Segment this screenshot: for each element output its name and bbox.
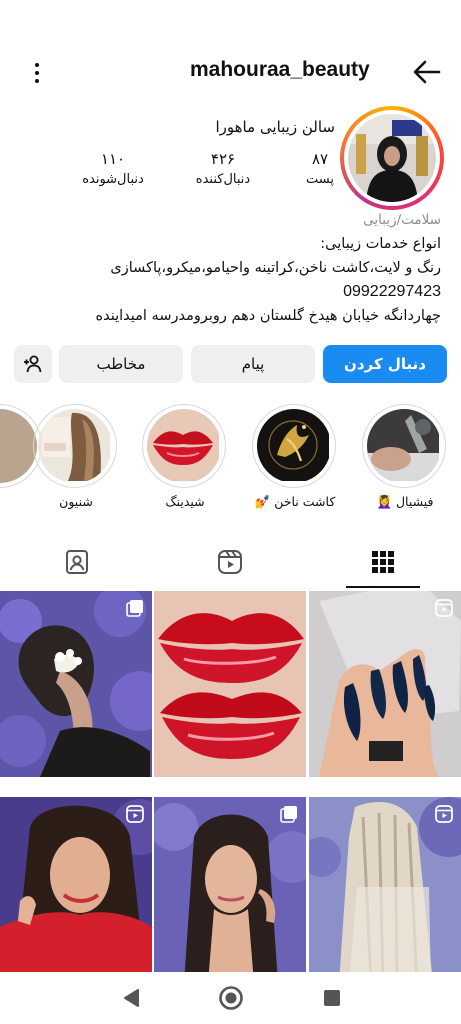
bio-phone[interactable]: 09922297423 — [21, 280, 441, 304]
carousel-badge-icon — [280, 806, 297, 823]
suggested-users-button[interactable] — [14, 345, 52, 383]
stat-posts-label: پست — [306, 172, 334, 187]
hairstyle-highlight-icon — [38, 409, 112, 483]
profile-bio: سلامت/زیبایی انواع خدمات زیبایی: رنگ و ل… — [21, 208, 442, 328]
posts-grid — [0, 591, 461, 983]
reel-badge-icon — [435, 599, 453, 617]
grid-icon — [372, 551, 394, 573]
triangle-back-icon — [124, 989, 139, 1007]
lips-highlight-icon — [147, 409, 221, 483]
profile-stats: ۸۷ پست ۴۲۶ دنبال‌کننده ۱۱۰ دنبال‌شونده — [50, 150, 335, 200]
profile-username: mahouraa_beauty — [190, 58, 370, 81]
post-thumbnail[interactable] — [309, 797, 461, 983]
tab-reels[interactable] — [193, 538, 267, 586]
tab-tagged[interactable] — [40, 538, 114, 586]
stat-posts[interactable]: ۸۷ پست — [275, 150, 365, 187]
bio-line-services-list: رنگ و لایت،کاشت ناخن،کراتینه واحیامو،میک… — [110, 260, 441, 276]
nails-logo-highlight-icon — [257, 409, 331, 483]
highlight-label: فیشیال 💆‍♀️ — [376, 494, 434, 509]
stat-following-label: دنبال‌شونده — [82, 172, 144, 187]
more-options-icon[interactable] — [22, 58, 52, 88]
reel-badge-icon — [435, 805, 453, 823]
circle-home-icon — [219, 986, 243, 1010]
bio-category: سلامت/زیبایی — [363, 212, 441, 228]
post-thumbnail[interactable] — [0, 797, 152, 983]
stat-followers[interactable]: ۴۲۶ دنبال‌کننده — [178, 150, 268, 187]
highlight-label: شنیون — [59, 494, 93, 509]
profile-header: mahouraa_beauty — [0, 52, 461, 92]
carousel-badge-icon — [126, 600, 143, 617]
tagged-icon — [66, 550, 88, 574]
highlight-label: شیدینگ — [165, 494, 205, 509]
facial-highlight-icon — [367, 409, 441, 483]
follow-button[interactable]: دنبال کردن — [323, 345, 447, 383]
profile-display-name: سالن زیبایی ماهورا — [215, 118, 335, 136]
back-arrow-icon[interactable] — [411, 56, 443, 88]
message-button[interactable]: پیام — [191, 345, 315, 383]
bio-line-address: چهاردانگه خیابان هیدخ گلستان دهم روبرومد… — [95, 308, 442, 324]
post-thumbnail[interactable] — [154, 591, 306, 777]
highlight-item[interactable]: شنیون — [33, 404, 119, 509]
stat-followers-label: دنبال‌کننده — [195, 172, 251, 187]
bio-line-services: انواع خدمات زیبایی: — [320, 236, 441, 252]
post-thumbnail[interactable] — [0, 591, 152, 777]
highlight-item[interactable]: کاشت ناخن 💅 — [252, 404, 338, 510]
profile-tabs — [0, 538, 461, 588]
stat-following-count: ۱۱۰ — [100, 150, 126, 168]
post-thumbnail[interactable] — [309, 591, 461, 777]
stat-posts-count: ۸۷ — [311, 150, 329, 168]
nav-home-button[interactable] — [217, 984, 245, 1012]
reel-badge-icon — [126, 805, 144, 823]
system-navigation-bar — [0, 972, 461, 1024]
reels-icon — [218, 550, 242, 574]
square-recents-icon — [324, 990, 340, 1006]
add-person-icon — [24, 355, 42, 373]
story-highlights: شنیون شیدینگ کاشت ناخن 💅 — [0, 404, 461, 524]
post-thumbnail[interactable] — [154, 797, 306, 983]
contact-button[interactable]: مخاطب — [59, 345, 183, 383]
highlight-label: کاشت ناخن 💅 — [254, 494, 336, 509]
tab-posts-grid[interactable] — [346, 538, 420, 588]
highlight-item[interactable]: شیدینگ — [142, 404, 228, 509]
profile-actions: دنبال کردن پیام مخاطب — [14, 345, 447, 383]
stat-following[interactable]: ۱۱۰ دنبال‌شونده — [68, 150, 158, 187]
nav-recents-button[interactable] — [318, 984, 346, 1012]
nav-back-button[interactable] — [117, 984, 145, 1012]
highlight-item[interactable]: فیشیال 💆‍♀️ — [362, 404, 448, 510]
stat-followers-count: ۴۲۶ — [210, 150, 236, 168]
